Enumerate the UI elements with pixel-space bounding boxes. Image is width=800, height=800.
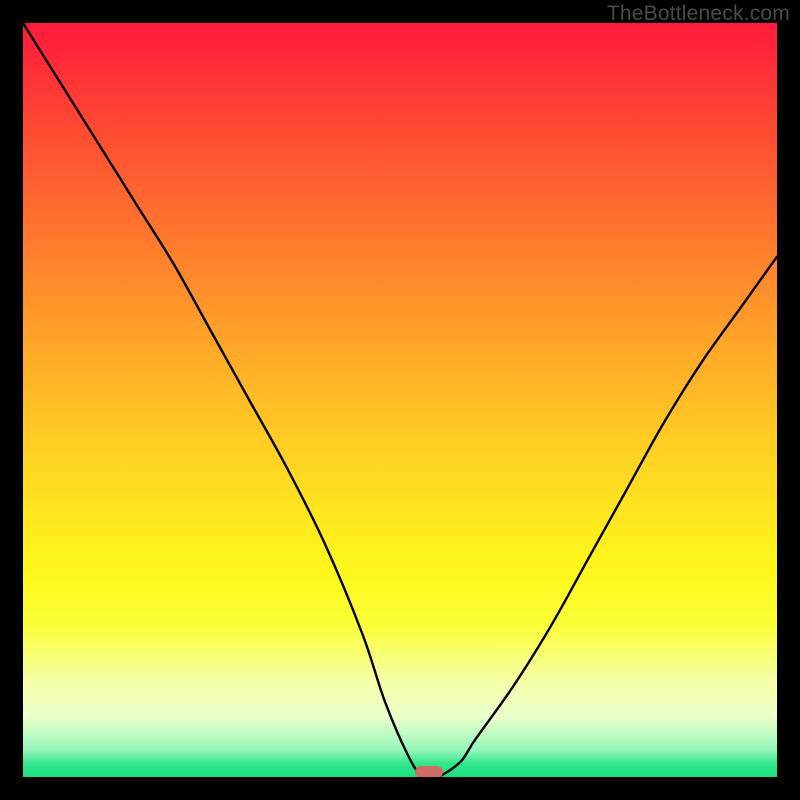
- bottleneck-curve: [23, 23, 777, 777]
- chart-frame: TheBottleneck.com: [0, 0, 800, 800]
- watermark-text: TheBottleneck.com: [607, 2, 790, 26]
- optimal-point-marker: [415, 766, 443, 777]
- plot-area: [23, 23, 777, 777]
